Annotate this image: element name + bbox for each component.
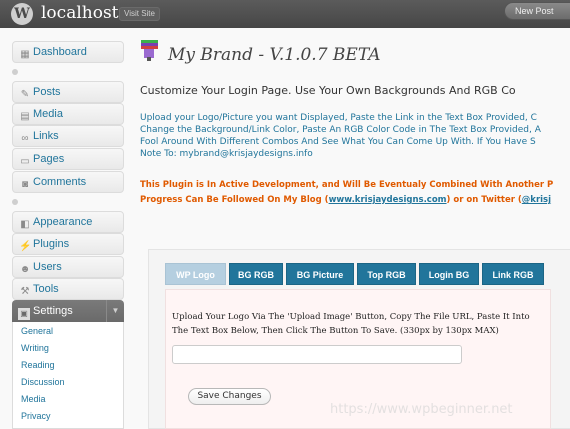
sidebar-item-comments[interactable]: ◙ Comments [12,171,124,193]
sidebar-item-users[interactable]: ☻ Users [12,256,124,278]
notice-text: ) or on Twitter ( [446,195,522,205]
pin-icon: ✎ [20,89,30,100]
description-line: Upload your Logo/Picture you want Displa… [140,113,537,123]
page-title: My Brand - V.1.0.7 BETA [168,45,381,65]
dashboard-icon: ▦ [20,49,30,60]
blog-link[interactable]: www.krisjaydesigns.com [329,195,447,205]
sidebar-item-label: Tools [33,283,59,295]
sidebar-item-label: Links [33,130,59,142]
plugin-brand-icon [141,40,158,61]
page-subtitle: Customize Your Login Page. Use Your Own … [140,84,516,97]
development-notice: This Plugin is In Active Development, an… [140,178,553,208]
sidebar-item-media[interactable]: ▤ Media [12,103,124,125]
notice-line: Progress Can Be Followed On My Blog (www… [140,193,553,208]
wrench-icon: ⚒ [20,286,30,297]
tab-bg-rgb[interactable]: BG RGB [229,263,283,285]
sidebar-item-label: Settings [33,305,73,317]
menu-separator [12,69,18,75]
tab-bg-picture[interactable]: BG Picture [286,263,354,285]
description-line: Change the Background/Link Color, Paste … [140,125,541,135]
twitter-link[interactable]: @krisj [522,195,551,205]
watermark: https://www.wpbeginner.net [330,402,513,417]
submenu-item-privacy[interactable]: Privacy [21,411,51,421]
settings-icon: ▣ [18,308,30,320]
settings-submenu: General Writing Reading Discussion Media… [12,322,124,429]
site-title[interactable]: localhost [41,3,119,23]
wordpress-logo-icon[interactable]: W [11,3,33,25]
sidebar-item-posts[interactable]: ✎ Posts [12,81,124,103]
submenu-item-general[interactable]: General [21,326,53,336]
plug-icon: ⚡ [19,241,32,252]
plugin-description: Upload your Logo/Picture you want Displa… [140,112,570,160]
sidebar-item-label: Media [33,108,63,120]
tab-top-rgb[interactable]: Top RGB [357,263,416,285]
sidebar-item-appearance[interactable]: ◧ Appearance [12,211,124,233]
notice-line: This Plugin is In Active Development, an… [140,180,554,190]
sidebar-item-settings[interactable]: ▣ Settings ▼ [12,300,124,322]
instruction-line: The Text Box Below, Then Click The Butto… [172,326,499,336]
sidebar-item-label: Pages [33,153,65,165]
submenu-item-discussion[interactable]: Discussion [21,377,65,387]
sidebar-item-tools[interactable]: ⚒ Tools [12,278,124,300]
tab-login-bg[interactable]: Login BG [419,263,479,285]
admin-header: W localhost Visit Site New Post [0,0,570,28]
logo-url-input[interactable] [172,345,462,364]
tab-wp-logo[interactable]: WP Logo [165,263,226,285]
media-icon: ▤ [20,111,30,122]
instruction-line: Upload Your Logo Via The 'Upload Image' … [172,312,530,322]
tab-link-rgb[interactable]: Link RGB [482,263,544,285]
appearance-icon: ◧ [20,219,30,230]
submenu-item-media[interactable]: Media [21,394,46,404]
submenu-item-reading[interactable]: Reading [21,360,55,370]
submenu-item-writing[interactable]: Writing [21,343,49,353]
sidebar-item-label: Posts [33,86,61,98]
description-line: Note To: mybrand@krisjaydesigns.info [140,149,313,159]
sidebar-item-pages[interactable]: ▭ Pages [12,148,124,170]
visit-site-button[interactable]: Visit Site [119,7,160,21]
sidebar-item-label: Plugins [33,238,70,250]
link-icon: ∞ [21,133,29,144]
chevron-down-icon[interactable]: ▼ [106,300,124,322]
users-icon: ☻ [19,264,31,275]
save-changes-button[interactable]: Save Changes [188,388,271,405]
sidebar-item-dashboard[interactable]: ▦ Dashboard [12,41,124,63]
sidebar-item-label: Appearance [33,216,93,228]
sidebar-item-label: Users [33,261,62,273]
notice-text: Progress Can Be Followed On My Blog ( [140,195,329,205]
sidebar-item-label: Dashboard [33,46,87,58]
new-post-button[interactable]: New Post [504,2,570,20]
sidebar-item-plugins[interactable]: ⚡ Plugins [12,233,124,255]
description-line: Fool Around With Different Combos And Se… [140,137,536,147]
pages-icon: ▭ [20,156,30,167]
menu-separator [12,199,18,205]
upload-instructions: Upload Your Logo Via The 'Upload Image' … [172,310,530,338]
sidebar-item-links[interactable]: ∞ Links [12,125,124,147]
sidebar-item-label: Comments [33,176,87,188]
comment-icon: ◙ [21,179,29,190]
